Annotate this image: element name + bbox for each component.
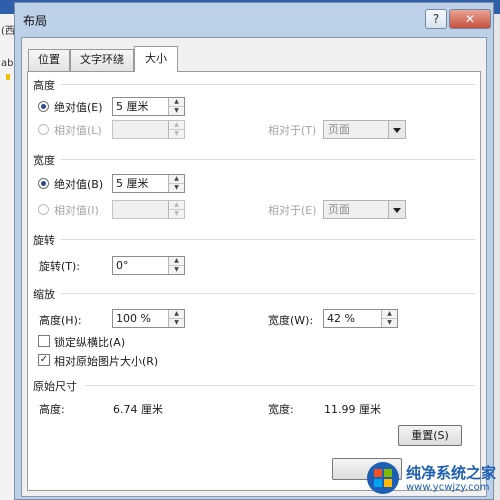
height-relative-radio[interactable] — [38, 124, 49, 135]
tab-text-wrapping[interactable]: 文字环绕 — [70, 49, 134, 71]
help-button[interactable]: ? — [425, 9, 447, 29]
width-absolute-value: 5 厘米 — [116, 177, 149, 190]
original-height-label: 高度: — [39, 403, 65, 416]
height-absolute-label: 绝对值(E) — [54, 101, 103, 114]
height-relative-to-select[interactable]: 页面 — [323, 120, 406, 139]
background-document-edge: (西 ab — [0, 14, 15, 500]
spin-down-icon[interactable]: ▼ — [169, 210, 184, 218]
original-width-value: 11.99 厘米 — [324, 403, 381, 416]
group-separator — [85, 385, 475, 386]
width-relative-input[interactable]: ▲ ▼ — [112, 200, 185, 219]
scale-width-input[interactable]: 42 % ▲ ▼ — [323, 309, 398, 328]
spin-up-icon[interactable]: ▲ — [169, 257, 184, 266]
width-absolute-input[interactable]: 5 厘米 ▲ ▼ — [112, 174, 185, 193]
rotation-value: 0° — [116, 259, 129, 272]
width-relative-radio[interactable] — [38, 204, 49, 215]
height-absolute-value: 5 厘米 — [116, 100, 149, 113]
height-relative-label: 相对值(L) — [54, 124, 102, 137]
width-relative-to-value: 页面 — [328, 203, 350, 216]
document-marker — [6, 74, 10, 80]
watermark-url: www.ycwjzy.com — [406, 482, 490, 493]
width-absolute-label: 绝对值(B) — [54, 178, 104, 191]
chevron-down-icon[interactable] — [388, 201, 405, 218]
spin-down-icon[interactable]: ▼ — [382, 319, 397, 327]
lock-aspect-label: 锁定纵横比(A) — [54, 336, 126, 349]
width-relative-to-select[interactable]: 页面 — [323, 200, 406, 219]
rotate-label: 旋转(T): — [39, 260, 81, 273]
background-scrollbar[interactable] — [494, 14, 500, 500]
spin-up-icon[interactable]: ▲ — [169, 121, 184, 130]
height-group-title: 高度 — [33, 79, 55, 92]
rotation-input[interactable]: 0° ▲ ▼ — [112, 256, 185, 275]
spin-down-icon[interactable]: ▼ — [169, 266, 184, 274]
reset-button[interactable]: 重置(S) — [398, 425, 462, 446]
spin-up-icon[interactable]: ▲ — [169, 175, 184, 184]
close-button[interactable]: ✕ — [449, 9, 491, 29]
height-relative-input[interactable]: ▲ ▼ — [112, 120, 185, 139]
watermark-name: 纯净系统之家 — [406, 464, 497, 482]
rotate-group-title: 旋转 — [33, 234, 55, 247]
spin-up-icon[interactable]: ▲ — [169, 201, 184, 210]
scale-width-label: 宽度(W): — [268, 314, 314, 327]
width-relative-label: 相对值(I) — [54, 204, 99, 217]
scale-height-input[interactable]: 100 % ▲ ▼ — [112, 309, 185, 328]
spin-down-icon[interactable]: ▼ — [169, 107, 184, 115]
group-separator — [61, 239, 475, 240]
group-separator — [61, 159, 475, 160]
scale-height-label: 高度(H): — [39, 314, 82, 327]
tab-position[interactable]: 位置 — [28, 49, 70, 71]
tab-size[interactable]: 大小 — [134, 46, 178, 72]
relative-original-label: 相对原始图片大小(R) — [54, 355, 159, 368]
height-relative-to-label: 相对于(T) — [268, 124, 317, 137]
scale-width-value: 42 % — [327, 312, 355, 325]
original-height-value: 6.74 厘米 — [113, 403, 163, 416]
close-icon: ✕ — [464, 12, 476, 26]
spin-down-icon[interactable]: ▼ — [169, 130, 184, 138]
document-text-fragment: (西 — [1, 26, 15, 37]
layout-dialog: 布局 ? ✕ 位置 文字环绕 大小 高度 绝对值(E) 5 厘米 ▲ ▼ 相对值(… — [14, 2, 494, 500]
checkmark-icon: ✓ — [39, 354, 49, 365]
spin-up-icon[interactable]: ▲ — [169, 310, 184, 319]
scale-group-title: 缩放 — [33, 288, 55, 301]
width-group-title: 宽度 — [33, 154, 55, 167]
original-size-title: 原始尺寸 — [33, 380, 77, 393]
dialog-title: 布局 — [23, 14, 48, 28]
spin-up-icon[interactable]: ▲ — [382, 310, 397, 319]
width-relative-to-label: 相对于(E) — [268, 204, 317, 217]
group-separator — [61, 84, 475, 85]
height-relative-to-value: 页面 — [328, 123, 350, 136]
chevron-down-icon[interactable] — [388, 121, 405, 138]
dialog-titlebar[interactable]: 布局 ? ✕ — [15, 3, 493, 37]
site-watermark: 纯净系统之家 www.ycwjzy.com — [362, 457, 500, 500]
document-text-fragment: ab — [1, 58, 14, 69]
dialog-client-area: 位置 文字环绕 大小 高度 绝对值(E) 5 厘米 ▲ ▼ 相对值(L) ▲ ▼ 相… — [21, 37, 487, 497]
width-absolute-radio[interactable] — [38, 178, 49, 189]
original-width-label: 宽度: — [268, 403, 294, 416]
group-separator — [61, 293, 475, 294]
spin-down-icon[interactable]: ▼ — [169, 319, 184, 327]
height-absolute-radio[interactable] — [38, 101, 49, 112]
windows-logo-icon — [367, 462, 399, 494]
relative-original-checkbox[interactable]: ✓ — [38, 354, 50, 366]
lock-aspect-checkbox[interactable] — [38, 335, 50, 347]
scale-height-value: 100 % — [116, 312, 151, 325]
help-icon: ? — [432, 12, 440, 26]
spin-down-icon[interactable]: ▼ — [169, 184, 184, 192]
height-absolute-input[interactable]: 5 厘米 ▲ ▼ — [112, 97, 185, 116]
spin-up-icon[interactable]: ▲ — [169, 98, 184, 107]
